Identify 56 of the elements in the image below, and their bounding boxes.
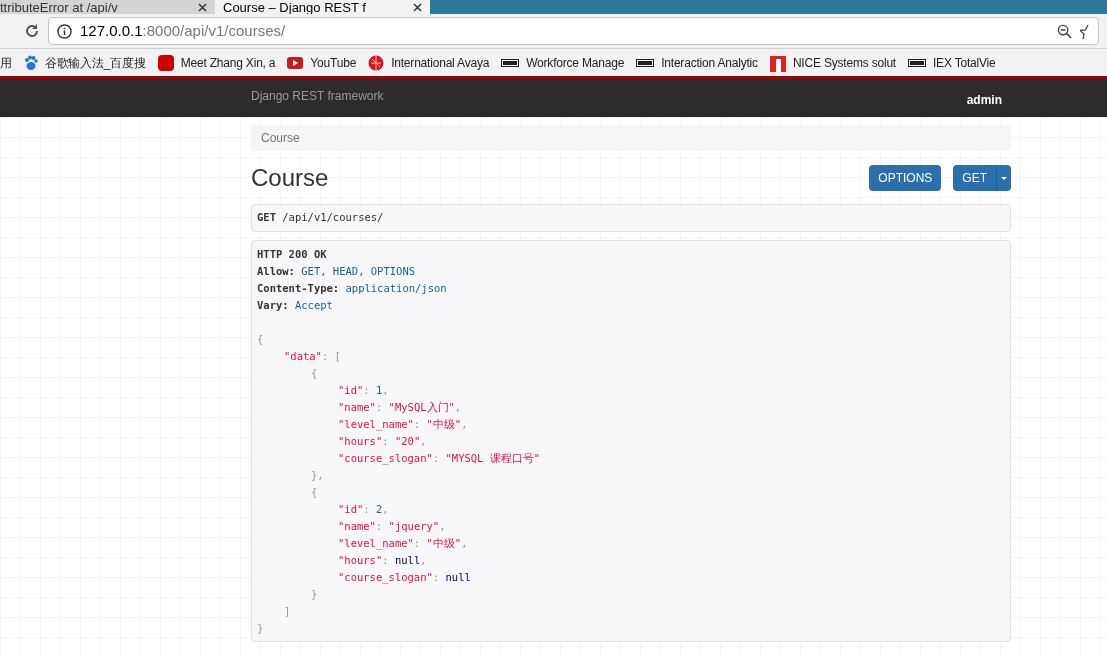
code-line: "course_slogan": null: [337, 570, 472, 586]
caret-button[interactable]: [996, 165, 1011, 191]
paw-icon: [23, 54, 38, 71]
code-line: "data": [: [283, 349, 342, 364]
bookmark[interactable]: YouTube: [287, 53, 357, 72]
code-line: "level_name": "中级",: [337, 536, 469, 552]
close-icon[interactable]: [413, 3, 422, 12]
bookmark[interactable]: IEX TotalVie: [908, 53, 996, 72]
code-line: "hours": "20",: [337, 434, 428, 449]
code-line: "hours": null,: [337, 553, 428, 568]
brand-link[interactable]: Django REST framework: [251, 87, 384, 105]
bookmark[interactable]: 用: [0, 53, 12, 72]
bookmark[interactable]: NICE Systems solut: [769, 53, 896, 72]
bookmark[interactable]: 谷歌输入法_百度搜: [23, 53, 146, 72]
get-button[interactable]: GET: [953, 165, 996, 191]
code-line: },: [310, 468, 325, 483]
bookmark[interactable]: Workforce Manage: [501, 53, 625, 72]
flag-icon: [769, 53, 786, 72]
reload-icon[interactable]: [24, 23, 40, 39]
play-icon: [287, 56, 304, 69]
breadcrumb-item[interactable]: Course: [261, 129, 300, 147]
code-line: "course_slogan": "MYSQL 课程口号": [337, 451, 542, 467]
request-info: GET /api/v1/courses/: [251, 204, 1011, 232]
code-line: "name": "jquery",: [337, 519, 447, 534]
bookmark[interactable]: Meet Zhang Xin, a: [157, 53, 276, 72]
bookmark[interactable]: International Avaya: [368, 53, 490, 72]
bookmark[interactable]: Interaction Analytic: [636, 53, 758, 72]
code-line: }: [257, 621, 265, 636]
user-menu[interactable]: admin: [966, 87, 1011, 109]
code-line: {: [310, 366, 319, 381]
globe-icon: [368, 54, 385, 71]
code-line: }: [310, 587, 319, 602]
logo-icon: [908, 58, 926, 67]
news-logo-icon: [157, 54, 174, 71]
code-line: {: [257, 332, 265, 347]
code-line: "name": "MySQL入门",: [337, 400, 463, 415]
close-icon[interactable]: [198, 3, 207, 12]
status-line: HTTP 200 OK: [257, 247, 328, 262]
caret-icon: [1001, 176, 1007, 180]
zoom-out-icon[interactable]: [1057, 23, 1072, 39]
page-title: Course: [251, 166, 329, 190]
browser-tab[interactable]: ttributeError at /api/v: [0, 0, 215, 14]
info-icon: [57, 23, 72, 39]
code-line: ]: [283, 604, 292, 619]
header-line: Vary: Accept: [257, 298, 334, 313]
code-line: "id": 1,: [337, 383, 390, 398]
address-bar[interactable]: 127.0.0.1:8000/api/v1/courses/: [48, 17, 1099, 45]
header-line: Allow: GET, HEAD, OPTIONS: [257, 264, 417, 279]
browser-tab[interactable]: Course – Django REST f: [215, 0, 430, 14]
code-line: {: [310, 485, 319, 500]
code-line: "id": 2,: [337, 502, 390, 517]
header-line: Content-Type: application/json: [257, 281, 448, 296]
logo-icon: [636, 58, 655, 67]
code-line: "level_name": "中级",: [337, 417, 469, 433]
logo-icon: [501, 58, 520, 67]
options-button[interactable]: OPTIONS: [869, 165, 942, 191]
